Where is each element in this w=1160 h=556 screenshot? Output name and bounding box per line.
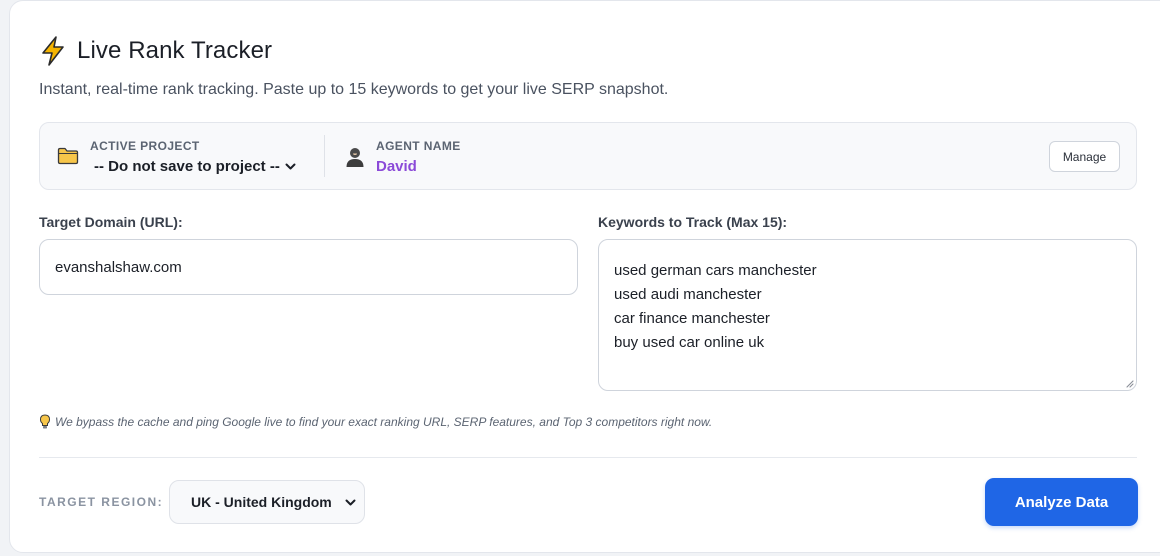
lightbulb-icon [39, 414, 51, 429]
chevron-down-icon [285, 163, 296, 169]
target-region-select[interactable]: UK - United Kingdom [169, 480, 365, 524]
page-title: Live Rank Tracker [77, 37, 273, 64]
active-project-value: -- Do not save to project -- [94, 158, 280, 175]
active-project-label: ACTIVE PROJECT [90, 139, 200, 153]
section-divider [39, 457, 1137, 458]
target-region-label: TARGET REGION: [39, 495, 164, 509]
hint-row: We bypass the cache and ping Google live… [39, 414, 712, 430]
agent-name-value: David [376, 158, 417, 175]
target-domain-label: Target Domain (URL): [39, 214, 183, 230]
keyword-line: used audi manchester [614, 286, 762, 303]
keywords-label: Keywords to Track (Max 15): [598, 214, 788, 230]
hint-text: We bypass the cache and ping Google live… [55, 415, 713, 429]
target-region-value: UK - United Kingdom [191, 494, 332, 510]
keyword-line: car finance manchester [614, 310, 770, 327]
chevron-down-icon [345, 499, 356, 506]
project-bar: ACTIVE PROJECT -- Do not save to project… [39, 122, 1137, 190]
active-project-select[interactable]: -- Do not save to project -- [94, 158, 296, 175]
keyword-line: used german cars manchester [614, 262, 817, 279]
resize-grip-icon[interactable] [1125, 379, 1134, 388]
folder-icon [57, 147, 79, 165]
lightning-bolt-icon [42, 36, 64, 66]
analyze-data-button[interactable]: Analyze Data [985, 478, 1138, 526]
agent-avatar-icon [346, 148, 364, 167]
page-subtitle: Instant, real-time rank tracking. Paste … [39, 81, 669, 98]
manage-button[interactable]: Manage [1049, 141, 1120, 172]
title-row: Live Rank Tracker [38, 35, 272, 67]
agent-name-label: AGENT NAME [376, 139, 461, 153]
keywords-textarea[interactable]: used german cars manchester used audi ma… [598, 239, 1137, 391]
keyword-line: buy used car online uk [614, 334, 765, 351]
project-bar-divider [324, 135, 325, 177]
target-domain-value: evanshalshaw.com [55, 258, 182, 276]
rank-tracker-card: Live Rank Tracker Instant, real-time ran… [9, 0, 1160, 553]
target-domain-input[interactable]: evanshalshaw.com [39, 239, 578, 295]
